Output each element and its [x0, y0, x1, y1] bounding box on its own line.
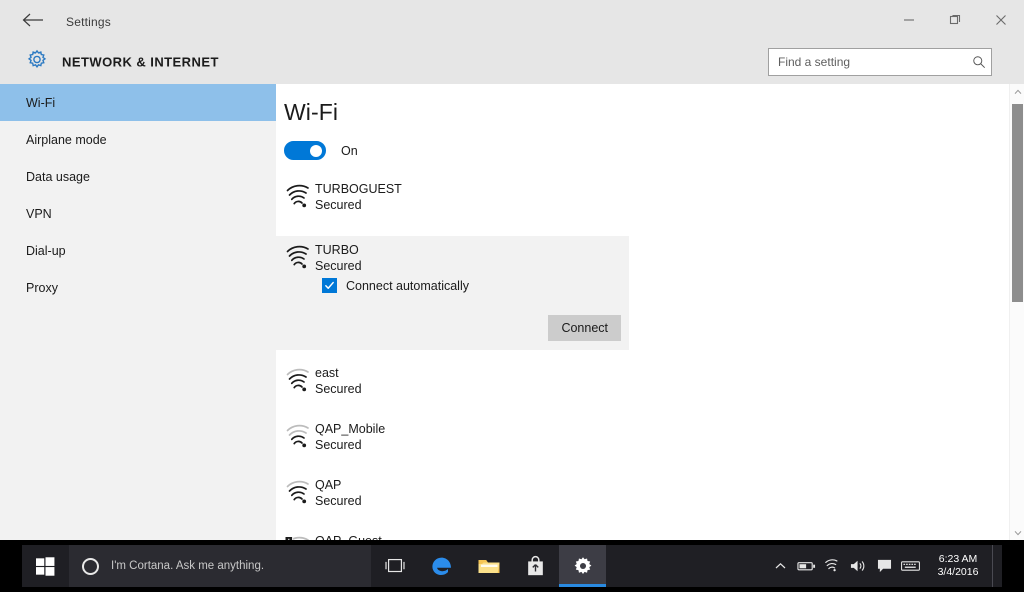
network-item-qap[interactable]: QAP Secured [276, 476, 1009, 516]
wifi-signal-icon [284, 424, 314, 450]
network-name: QAP_Guest [315, 533, 382, 540]
edge-browser-icon[interactable] [418, 545, 465, 587]
network-list: TURBOGUEST Secured TURBO Secured Connect… [276, 180, 1009, 540]
clock-time: 6:23 AM [938, 553, 978, 565]
network-item-qap-mobile[interactable]: QAP_Mobile Secured [276, 420, 1009, 460]
sidebar-item-data-usage[interactable]: Data usage [0, 158, 276, 195]
category-header: NETWORK & INTERNET [0, 40, 1024, 84]
file-explorer-icon[interactable] [465, 545, 512, 587]
taskbar: I'm Cortana. Ask me anything. 6:23 AM 3/… [0, 540, 1024, 592]
sidebar-item-label: Proxy [26, 280, 58, 295]
sidebar-item-label: Wi-Fi [26, 95, 56, 110]
task-view-icon[interactable] [371, 545, 418, 587]
chevron-down-icon[interactable] [1010, 525, 1024, 540]
volume-icon[interactable] [845, 545, 871, 587]
wifi-toggle-label: On [341, 143, 358, 158]
scrollbar-thumb[interactable] [1012, 104, 1023, 302]
network-labels: east Secured [315, 365, 362, 398]
close-button[interactable] [978, 0, 1024, 40]
cortana-placeholder: I'm Cortana. Ask me anything. [111, 560, 265, 572]
gear-icon [26, 49, 48, 76]
network-labels: QAP_Guest Open [315, 533, 382, 540]
window-title: Settings [66, 15, 111, 29]
network-security: Secured [315, 382, 362, 396]
cortana-search-box[interactable]: I'm Cortana. Ask me anything. [69, 545, 371, 587]
touch-keyboard-icon[interactable] [897, 545, 923, 587]
network-labels: TURBOGUEST Secured [315, 181, 402, 214]
taskbar-apps [371, 545, 606, 587]
wifi-signal-icon [284, 184, 314, 210]
window-controls [886, 0, 1024, 40]
taskbar-clock[interactable]: 6:23 AM 3/4/2016 [927, 545, 989, 587]
wifi-settings-panel: Wi-Fi On TURBOGUEST Secured TURBO Secure… [276, 84, 1009, 540]
show-hidden-icons-icon[interactable] [767, 545, 793, 587]
action-center-icon[interactable] [871, 545, 897, 587]
network-security: Secured [315, 198, 362, 212]
network-name: TURBOGUEST [315, 182, 402, 196]
network-name: QAP [315, 478, 342, 492]
show-desktop-button[interactable] [992, 545, 998, 587]
network-labels: QAP Secured [315, 477, 362, 510]
connect-automatically-checkbox[interactable] [322, 278, 337, 293]
taskbar-inner: I'm Cortana. Ask me anything. 6:23 AM 3/… [22, 545, 1002, 587]
chevron-up-icon[interactable] [1010, 84, 1024, 99]
settings-icon[interactable] [559, 545, 606, 587]
settings-sidebar: Wi-Fi Airplane mode Data usage VPN Dial-… [0, 84, 276, 540]
network-item-east[interactable]: east Secured [276, 364, 1009, 404]
network-item-turboguest[interactable]: TURBOGUEST Secured [276, 180, 1009, 220]
wifi-signal-icon [284, 245, 314, 271]
network-name: TURBO [315, 243, 359, 257]
network-item-turbo-expanded[interactable]: TURBO Secured Connect automatically Conn… [276, 236, 629, 350]
search-input[interactable] [769, 49, 967, 75]
page-title: Wi-Fi [284, 99, 339, 125]
sidebar-item-label: Dial-up [26, 243, 66, 258]
settings-window: Settings NETWORK & INTERNET Find a setti… [0, 0, 1024, 592]
battery-icon[interactable] [793, 545, 819, 587]
network-labels: QAP_Mobile Secured [315, 421, 385, 454]
wifi-toggle[interactable] [284, 141, 326, 160]
category-title: NETWORK & INTERNET [62, 54, 219, 70]
connect-button[interactable]: Connect [548, 315, 621, 341]
sidebar-item-vpn[interactable]: VPN [0, 195, 276, 232]
store-icon[interactable] [512, 545, 559, 587]
sidebar-item-wi-fi[interactable]: Wi-Fi [0, 84, 276, 121]
content-scrollbar[interactable] [1009, 84, 1024, 540]
network-security: Secured [315, 259, 362, 273]
connect-automatically-row[interactable]: Connect automatically [322, 278, 469, 293]
network-labels: TURBO Secured [315, 242, 362, 275]
windows-start-icon[interactable] [22, 545, 69, 587]
connect-automatically-label: Connect automatically [346, 278, 469, 293]
sidebar-item-label: Airplane mode [26, 132, 107, 147]
sidebar-item-label: Data usage [26, 169, 90, 184]
sidebar-item-airplane-mode[interactable]: Airplane mode [0, 121, 276, 158]
network-name: east [315, 366, 339, 380]
back-arrow-icon[interactable] [22, 13, 52, 29]
search-box[interactable] [768, 48, 992, 76]
clock-date: 3/4/2016 [937, 566, 979, 578]
wifi-signal-icon [284, 480, 314, 506]
network-item-qap-guest[interactable]: QAP_Guest Open [276, 532, 1009, 540]
network-security: Secured [315, 494, 362, 508]
network-name: QAP_Mobile [315, 422, 386, 436]
title-bar: Settings [0, 0, 1024, 40]
toggle-knob [310, 144, 322, 157]
minimize-button[interactable] [886, 0, 932, 40]
sidebar-item-dial-up[interactable]: Dial-up [0, 232, 276, 269]
system-tray: 6:23 AM 3/4/2016 [767, 545, 1002, 587]
sidebar-item-proxy[interactable]: Proxy [0, 269, 276, 306]
wifi-toggle-row: On [284, 141, 358, 160]
network-security: Secured [315, 438, 362, 452]
wifi-icon[interactable] [819, 545, 845, 587]
wifi-signal-icon [284, 368, 314, 394]
maximize-restore-button[interactable] [932, 0, 978, 40]
sidebar-item-label: VPN [26, 206, 52, 221]
search-icon [967, 55, 991, 69]
cortana-circle-icon [82, 557, 99, 575]
